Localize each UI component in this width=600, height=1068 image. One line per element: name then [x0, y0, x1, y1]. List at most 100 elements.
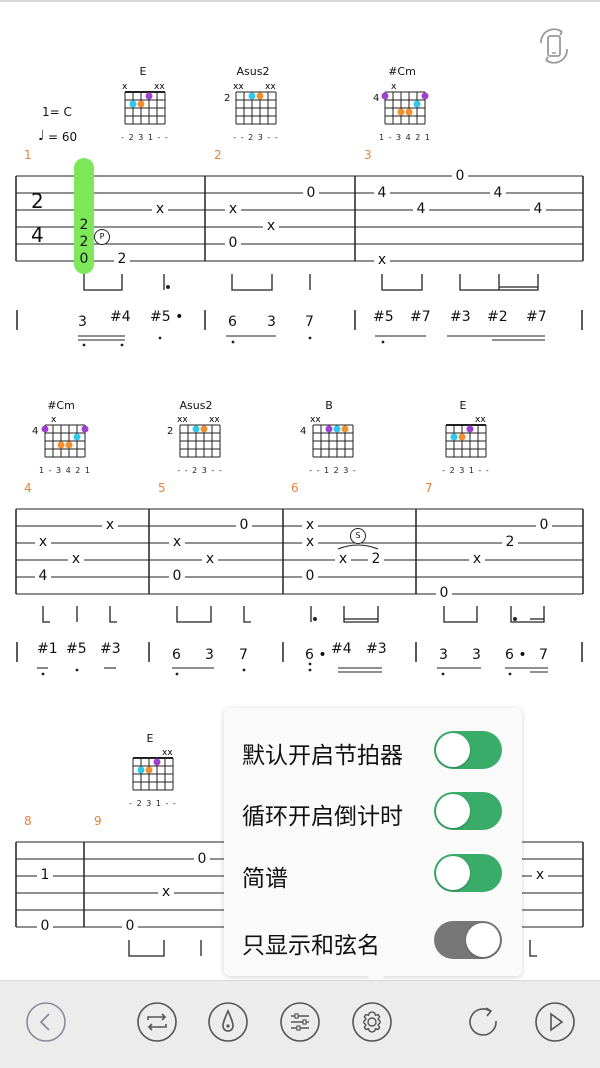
slide-mark: S: [350, 528, 366, 544]
chord-names-only-toggle[interactable]: [434, 921, 502, 959]
tab-note: 4: [490, 186, 506, 200]
tab-note: x: [35, 535, 51, 549]
time-signature-top: 2: [31, 189, 44, 213]
countdown-toggle[interactable]: [434, 792, 502, 830]
tab-note: x: [169, 535, 185, 549]
tab-note: 4: [413, 202, 429, 216]
tab-note: 2: [502, 535, 518, 549]
jianpu-note: #5: [66, 641, 87, 657]
toggle-knob: [436, 856, 470, 890]
setting-jianpu[interactable]: 简谱: [224, 847, 522, 897]
chord-fret-number: 2: [167, 426, 174, 437]
rotate-screen-button[interactable]: [535, 27, 573, 65]
bar-number: 2: [214, 148, 222, 162]
tempo-note-icon: ♩: [38, 128, 45, 144]
jianpu-note: #2: [487, 309, 508, 325]
tab-note: x: [225, 202, 241, 216]
chord-diagram-e: xx: [132, 748, 174, 791]
tab-note: 0: [37, 919, 53, 933]
jianpu-note: #3: [100, 641, 121, 657]
bar-number: 7: [425, 481, 433, 495]
mixer-button[interactable]: [279, 1001, 321, 1043]
bar-number: 9: [94, 814, 102, 828]
tab-note: 2: [79, 217, 89, 233]
jianpu-note: #7: [526, 309, 547, 325]
chord-fingering: - 2 3 1 - -: [129, 799, 177, 808]
setting-loop-countdown[interactable]: 循环开启倒计时: [224, 785, 522, 835]
chord-name: E: [459, 399, 467, 412]
play-button[interactable]: [534, 1001, 576, 1043]
back-icon: [26, 1002, 66, 1042]
chord-name: #Cm: [388, 65, 416, 78]
bar-number: 6: [291, 481, 299, 495]
jianpu-note: 3: [205, 647, 214, 663]
svg-text:xx: xx: [209, 415, 220, 425]
chord-diagram-e: x xx: [122, 82, 166, 125]
tab-note: x: [335, 552, 351, 566]
setting-label: 简谱: [242, 866, 288, 892]
tab-note: x: [202, 552, 218, 566]
chord-diagram-asus2: xx xx: [233, 82, 277, 125]
bar-number: 4: [24, 481, 32, 495]
chord-fret-number: 4: [300, 426, 307, 437]
chord-fingering: - 2 3 1 - -: [442, 466, 490, 475]
jianpu-note: 3: [472, 647, 481, 663]
svg-text:x: x: [51, 415, 57, 425]
toggle-knob: [466, 923, 500, 957]
tempo-marking: = 60: [48, 130, 78, 144]
setting-metronome-default[interactable]: 默认开启节拍器: [224, 724, 522, 774]
chord-fret-number: 4: [32, 426, 39, 437]
chord-diagram-e: xx: [445, 415, 487, 458]
tab-note: x: [302, 535, 318, 549]
tab-note: x: [68, 552, 84, 566]
rhythm-stems: [83, 274, 539, 291]
bar-number: 5: [158, 481, 166, 495]
jianpu-note: 7: [539, 647, 548, 663]
jianpu-note: #3: [366, 641, 387, 657]
jianpu-row: [16, 310, 583, 347]
jianpu-note: 3: [78, 314, 87, 330]
tab-note: 0: [225, 236, 241, 250]
jianpu-note: 7: [239, 647, 248, 663]
metronome-button[interactable]: [207, 1001, 249, 1043]
loop-button[interactable]: [136, 1001, 178, 1043]
tab-note: 1: [37, 868, 53, 882]
tab-note: x: [374, 253, 390, 267]
tab-staff: [15, 508, 584, 595]
chord-name: Asus2: [179, 399, 213, 412]
replay-button[interactable]: [462, 1001, 504, 1043]
metronome-icon: [208, 1002, 248, 1042]
tab-note: 2: [114, 252, 130, 266]
svg-text:xx: xx: [310, 415, 321, 425]
chord-fingering: - - 2 3 - -: [177, 466, 223, 475]
jianpu-note: 6: [228, 314, 237, 330]
replay-icon: [469, 1007, 497, 1036]
settings-button[interactable]: [351, 1001, 393, 1043]
tab-note: 4: [530, 202, 546, 216]
setting-chord-names-only[interactable]: 只显示和弦名: [224, 914, 522, 964]
svg-text:xx: xx: [265, 82, 276, 92]
svg-text:x: x: [122, 82, 128, 92]
tab-note: x: [263, 219, 279, 233]
jianpu-note: 7: [305, 314, 314, 330]
chord-diagram-csharp-minor: x: [41, 415, 89, 458]
back-button[interactable]: [25, 1001, 67, 1043]
jianpu-toggle[interactable]: [434, 854, 502, 892]
setting-label: 循环开启倒计时: [242, 804, 403, 830]
jianpu-note: #5 •: [150, 309, 184, 325]
tab-note: 0: [79, 251, 89, 267]
tab-note: x: [302, 518, 318, 532]
chord-name: E: [146, 732, 154, 745]
tab-note: 0: [236, 518, 252, 532]
metronome-toggle[interactable]: [434, 731, 502, 769]
jianpu-note: 3: [267, 314, 276, 330]
jianpu-note: #4: [110, 309, 131, 325]
bar-number: 8: [24, 814, 32, 828]
toggle-knob: [436, 733, 470, 767]
bar-number: 1: [24, 148, 32, 162]
svg-text:xx: xx: [154, 82, 165, 92]
pull-off-mark: P: [94, 229, 110, 245]
tab-note: 0: [536, 518, 552, 532]
svg-text:x: x: [391, 82, 397, 92]
rhythm-stems: [42, 606, 545, 623]
